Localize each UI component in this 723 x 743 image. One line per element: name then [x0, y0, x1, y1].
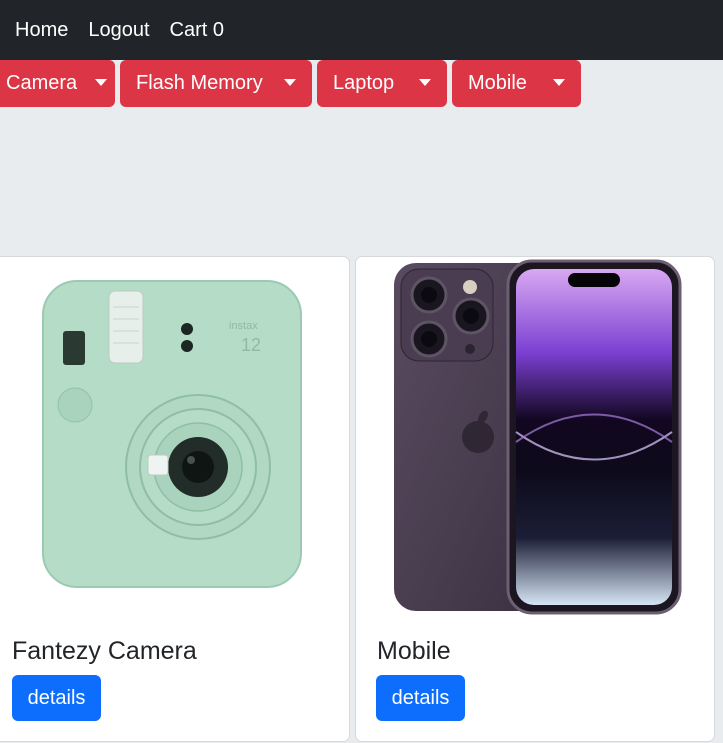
product-title: Fantezy Camera: [12, 637, 197, 665]
category-bar: Camera Flash Memory Laptop Mobile: [0, 60, 581, 107]
product-card: Mobile details: [355, 256, 715, 742]
category-dropdown-camera[interactable]: Camera: [0, 60, 115, 107]
iphone-image: [394, 259, 682, 615]
category-dropdown-flash-memory[interactable]: Flash Memory: [120, 60, 312, 107]
caret-down-icon: [553, 78, 565, 86]
caret-down-icon: [284, 78, 296, 86]
category-label: Laptop: [333, 72, 395, 94]
svg-text:12: 12: [241, 335, 261, 355]
details-button[interactable]: details: [376, 675, 465, 721]
caret-down-icon: [95, 78, 108, 86]
nav-cart-link[interactable]: Cart 0: [170, 19, 224, 42]
nav-logout-link[interactable]: Logout: [88, 19, 149, 42]
instax-camera-image: instax 12: [42, 280, 302, 588]
caret-down-icon: [419, 78, 431, 86]
top-navbar: Home Logout Cart 0: [0, 0, 723, 60]
product-card: instax 12 Fantezy Camera details: [0, 256, 350, 742]
category-dropdown-mobile[interactable]: Mobile: [452, 60, 581, 107]
nav-home-link[interactable]: Home: [15, 19, 68, 42]
product-title: Mobile: [377, 637, 451, 665]
category-label: Flash Memory: [136, 72, 263, 94]
details-button[interactable]: details: [12, 675, 101, 721]
category-dropdown-laptop[interactable]: Laptop: [317, 60, 447, 107]
category-label: Mobile: [468, 72, 527, 94]
category-label: Camera: [6, 72, 78, 94]
svg-text:instax: instax: [229, 320, 258, 332]
